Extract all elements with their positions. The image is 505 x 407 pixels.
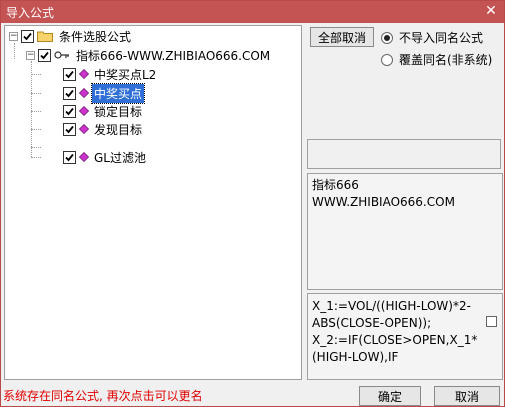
code-line-4: (HIGH-LOW),IF — [312, 350, 399, 364]
info-line-2: WWW.ZHIBIAO666.COM — [312, 195, 455, 209]
tree-item-4[interactable]: GL过滤池 — [63, 148, 148, 166]
code-panel-checkbox[interactable] — [486, 316, 497, 327]
code-line-3: X_2:=IF(CLOSE>OPEN,X_1* — [312, 333, 478, 347]
option-label: 覆盖同名(非系统) — [399, 53, 493, 67]
title-bar: 导入公式 ✕ — [1, 1, 504, 23]
code-line-2: ABS(CLOSE-OPEN)); — [312, 316, 432, 330]
tree-node-label: 条件选股公式 — [59, 29, 132, 44]
deselect-all-button[interactable]: 全部取消 — [310, 27, 374, 47]
check-icon — [65, 107, 74, 115]
option-no-import-same[interactable]: 不导入同名公式 — [381, 29, 483, 46]
tree-item-1[interactable]: 中奖买点 — [63, 82, 146, 104]
formula-code-text: X_1:=VOL/((HIGH-LOW)*2- ABS(CLOSE-OPEN))… — [312, 298, 477, 366]
check-icon — [65, 70, 74, 78]
tree-connector — [31, 157, 41, 158]
check-icon — [23, 32, 32, 40]
formula-code-panel[interactable]: X_1:=VOL/((HIGH-LOW)*2- ABS(CLOSE-OPEN))… — [307, 293, 503, 380]
tree-connector — [31, 111, 41, 112]
formula-gem-icon — [79, 88, 89, 98]
item-checkbox[interactable] — [63, 122, 76, 136]
formula-gem-icon — [79, 106, 89, 116]
formula-gem-icon — [79, 124, 89, 134]
check-icon — [40, 51, 49, 59]
formula-info-panel: 指标666 WWW.ZHIBIAO666.COM — [307, 173, 503, 290]
empty-panel — [307, 139, 501, 169]
tree-connector — [14, 43, 15, 59]
formula-info-text: 指标666 WWW.ZHIBIAO666.COM — [312, 177, 455, 211]
close-icon[interactable]: ✕ — [482, 2, 500, 20]
tree-item-label: 锁定目标 — [94, 104, 143, 119]
formula-checkbox[interactable] — [38, 48, 51, 62]
check-icon — [65, 89, 74, 97]
tree-connector — [31, 61, 32, 157]
root-checkbox[interactable] — [21, 29, 34, 43]
item-checkbox[interactable] — [63, 104, 76, 118]
option-overwrite-same[interactable]: 覆盖同名(非系统) — [381, 51, 492, 68]
check-icon — [65, 125, 74, 133]
check-icon — [65, 153, 74, 161]
ok-button[interactable]: 确定 — [359, 386, 421, 406]
tree-node-formula[interactable]: − 指标666-WWW.ZHIBIAO666.COM — [26, 46, 272, 64]
key-icon — [54, 51, 69, 59]
item-checkbox[interactable] — [63, 86, 76, 100]
tree-item-2[interactable]: 锁定目标 — [63, 102, 144, 120]
folder-icon — [37, 31, 53, 42]
tree-connector — [31, 93, 41, 94]
tree-node-label: 指标666-WWW.ZHIBIAO666.COM — [76, 48, 271, 63]
formula-gem-icon — [79, 152, 89, 162]
code-line-1: X_1:=VOL/((HIGH-LOW)*2- — [312, 299, 471, 313]
option-label: 不导入同名公式 — [399, 31, 484, 45]
tree-item-label: 发现目标 — [94, 122, 143, 137]
import-formula-dialog: 导入公式 ✕ − 条件选股公式 − 指标666-WWW.ZHIBIAO666.C… — [0, 0, 505, 407]
item-checkbox[interactable] — [63, 150, 76, 164]
item-checkbox[interactable] — [63, 67, 76, 81]
info-line-1: 指标666 — [312, 178, 359, 192]
radio-no-import-same[interactable] — [381, 31, 393, 44]
tree-connector — [31, 129, 41, 130]
collapse-icon[interactable]: − — [9, 31, 18, 41]
tree-item-label: 中奖买点L2 — [94, 67, 157, 82]
cancel-button[interactable]: 取消 — [434, 386, 500, 406]
tree-item-label-selected: 中奖买点 — [90, 82, 146, 104]
tree-item-0[interactable]: 中奖买点L2 — [63, 65, 158, 83]
formula-gem-icon — [79, 69, 89, 79]
window-title: 导入公式 — [6, 6, 55, 20]
tree-connector — [31, 74, 41, 75]
formula-tree[interactable]: − 条件选股公式 − 指标666-WWW.ZHIBIAO666.COM 中奖买点… — [4, 25, 302, 380]
tree-item-3[interactable]: 发现目标 — [63, 120, 144, 138]
tree-item-label: GL过滤池 — [94, 150, 146, 165]
radio-overwrite-same[interactable] — [381, 53, 393, 66]
tree-connector — [31, 147, 41, 148]
collapse-icon[interactable]: − — [26, 50, 35, 60]
status-message: 系统存在同名公式, 再次点击可以更名 — [3, 389, 203, 403]
radio-dot-icon — [384, 34, 390, 41]
tree-node-root[interactable]: − 条件选股公式 — [9, 27, 133, 45]
